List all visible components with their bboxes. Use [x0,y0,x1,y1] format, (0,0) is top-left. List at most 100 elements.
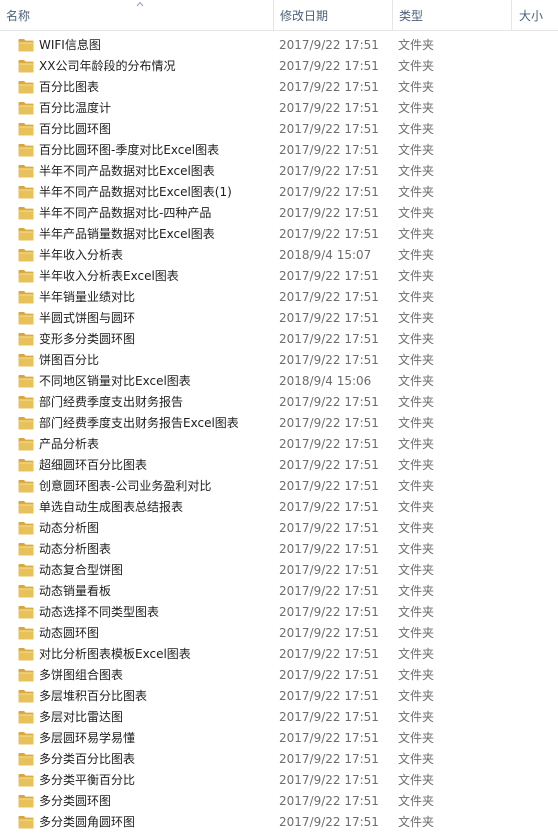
modified-date: 2017/9/22 17:51 [279,542,379,556]
file-name: 动态分析图表 [39,542,112,556]
file-row[interactable]: XX公司年龄段的分布情况 2017/9/22 17:51 文件夹 [0,56,558,77]
file-type: 文件夹 [398,353,435,367]
file-type: 文件夹 [398,311,435,325]
modified-date: 2017/9/22 17:51 [279,626,379,640]
column-header-type[interactable]: 类型 [392,0,510,30]
file-row[interactable]: 动态分析图表 2017/9/22 17:51 文件夹 [0,539,558,560]
file-row[interactable]: 产品分析表 2017/9/22 17:51 文件夹 [0,434,558,455]
file-row[interactable]: 动态圆环图 2017/9/22 17:51 文件夹 [0,623,558,644]
column-header-size-label: 大小 [519,9,544,23]
file-row[interactable]: WIFI信息图 2017/9/22 17:51 文件夹 [0,35,558,56]
file-row[interactable]: 半年收入分析表Excel图表 2017/9/22 17:51 文件夹 [0,266,558,287]
modified-date: 2017/9/22 17:51 [279,500,379,514]
file-type: 文件夹 [398,122,435,136]
folder-icon [18,563,34,577]
file-row[interactable]: 动态复合型饼图 2017/9/22 17:51 文件夹 [0,560,558,581]
file-name: 半年收入分析表 [39,248,124,262]
file-name: 半年销量业绩对比 [39,290,136,304]
file-name: 动态复合型饼图 [39,563,124,577]
file-row[interactable]: 对比分析图表模板Excel图表 2017/9/22 17:51 文件夹 [0,644,558,665]
modified-date: 2017/9/22 17:51 [279,122,379,136]
file-type: 文件夹 [398,185,435,199]
file-type: 文件夹 [398,101,435,115]
modified-date: 2017/9/22 17:51 [279,773,379,787]
modified-date: 2017/9/22 17:51 [279,794,379,808]
column-header-size[interactable]: 大小 [511,0,558,30]
file-row[interactable]: 半年产品销量数据对比Excel图表 2017/9/22 17:51 文件夹 [0,224,558,245]
modified-date: 2017/9/22 17:51 [279,437,379,451]
modified-date: 2017/9/22 17:51 [279,311,379,325]
file-row[interactable]: 百分比圆环图 2017/9/22 17:51 文件夹 [0,119,558,140]
modified-date: 2017/9/22 17:51 [279,332,379,346]
file-row[interactable]: 多分类圆角圆环图 2017/9/22 17:51 文件夹 [0,812,558,833]
file-row[interactable]: 百分比图表 2017/9/22 17:51 文件夹 [0,77,558,98]
folder-icon [18,185,34,199]
file-row[interactable]: 部门经费季度支出财务报告Excel图表 2017/9/22 17:51 文件夹 [0,413,558,434]
file-row[interactable]: 半年收入分析表 2018/9/4 15:07 文件夹 [0,245,558,266]
column-header-date[interactable]: 修改日期 [273,0,391,30]
folder-icon [18,752,34,766]
file-row[interactable]: 创意圆环图表-公司业务盈利对比 2017/9/22 17:51 文件夹 [0,476,558,497]
modified-date: 2017/9/22 17:51 [279,164,379,178]
folder-icon [18,773,34,787]
file-row[interactable]: 部门经费季度支出财务报告 2017/9/22 17:51 文件夹 [0,392,558,413]
folder-icon [18,647,34,661]
file-row[interactable]: 半年不同产品数据对比-四种产品 2017/9/22 17:51 文件夹 [0,203,558,224]
file-row[interactable]: 动态选择不同类型图表 2017/9/22 17:51 文件夹 [0,602,558,623]
file-row[interactable]: 多分类百分比图表 2017/9/22 17:51 文件夹 [0,749,558,770]
file-row[interactable]: 变形多分类圆环图 2017/9/22 17:51 文件夹 [0,329,558,350]
file-row[interactable]: 饼图百分比 2017/9/22 17:51 文件夹 [0,350,558,371]
file-name: 超细圆环百分比图表 [39,458,148,472]
file-row[interactable]: 多分类圆环图 2017/9/22 17:51 文件夹 [0,791,558,812]
file-name: 半年收入分析表Excel图表 [39,269,179,283]
file-row[interactable]: 多层堆积百分比图表 2017/9/22 17:51 文件夹 [0,686,558,707]
file-row[interactable]: 动态销量看板 2017/9/22 17:51 文件夹 [0,581,558,602]
file-row[interactable]: 半年不同产品数据对比Excel图表 2017/9/22 17:51 文件夹 [0,161,558,182]
file-row[interactable]: 多层圆环易学易懂 2017/9/22 17:51 文件夹 [0,728,558,749]
file-name: WIFI信息图 [39,38,101,52]
file-name: 变形多分类圆环图 [39,332,136,346]
modified-date: 2017/9/22 17:51 [279,143,379,157]
file-row[interactable]: 百分比温度计 2017/9/22 17:51 文件夹 [0,98,558,119]
file-row[interactable]: 半年不同产品数据对比Excel图表(1) 2017/9/22 17:51 文件夹 [0,182,558,203]
modified-date: 2017/9/22 17:51 [279,206,379,220]
file-name: 多层圆环易学易懂 [39,731,136,745]
file-row[interactable]: 多饼图组合图表 2017/9/22 17:51 文件夹 [0,665,558,686]
modified-date: 2017/9/22 17:51 [279,38,379,52]
file-row[interactable]: 单选自动生成图表总结报表 2017/9/22 17:51 文件夹 [0,497,558,518]
folder-icon [18,248,34,262]
file-type: 文件夹 [398,647,435,661]
file-row[interactable]: 动态分析图 2017/9/22 17:51 文件夹 [0,518,558,539]
file-name: 百分比圆环图 [39,122,112,136]
file-row[interactable]: 半圆式饼图与圆环 2017/9/22 17:51 文件夹 [0,308,558,329]
file-row[interactable]: 半年销量业绩对比 2017/9/22 17:51 文件夹 [0,287,558,308]
folder-icon [18,269,34,283]
modified-date: 2018/9/4 15:06 [279,374,372,388]
file-name: 产品分析表 [39,437,100,451]
folder-icon [18,227,34,241]
file-type: 文件夹 [398,206,435,220]
file-type: 文件夹 [398,689,435,703]
file-type: 文件夹 [398,542,435,556]
file-row[interactable]: 不同地区销量对比Excel图表 2018/9/4 15:06 文件夹 [0,371,558,392]
column-header-bar: 名称 修改日期 类型 大小 [0,0,558,31]
file-name: 半年不同产品数据对比Excel图表 [39,164,215,178]
folder-icon [18,605,34,619]
folder-icon [18,689,34,703]
file-type: 文件夹 [398,269,435,283]
file-type: 文件夹 [398,416,435,430]
file-row[interactable]: 多分类平衡百分比 2017/9/22 17:51 文件夹 [0,770,558,791]
modified-date: 2017/9/22 17:51 [279,479,379,493]
file-type: 文件夹 [398,458,435,472]
column-header-name-label: 名称 [6,9,31,23]
file-row[interactable]: 超细圆环百分比图表 2017/9/22 17:51 文件夹 [0,455,558,476]
modified-date: 2017/9/22 17:51 [279,185,379,199]
file-name: XX公司年龄段的分布情况 [39,59,176,73]
folder-icon [18,521,34,535]
file-name: 饼图百分比 [39,353,100,367]
file-row[interactable]: 百分比圆环图-季度对比Excel图表 2017/9/22 17:51 文件夹 [0,140,558,161]
file-row[interactable]: 多层对比雷达图 2017/9/22 17:51 文件夹 [0,707,558,728]
file-name: 单选自动生成图表总结报表 [39,500,184,514]
folder-icon [18,458,34,472]
file-type: 文件夹 [398,248,435,262]
